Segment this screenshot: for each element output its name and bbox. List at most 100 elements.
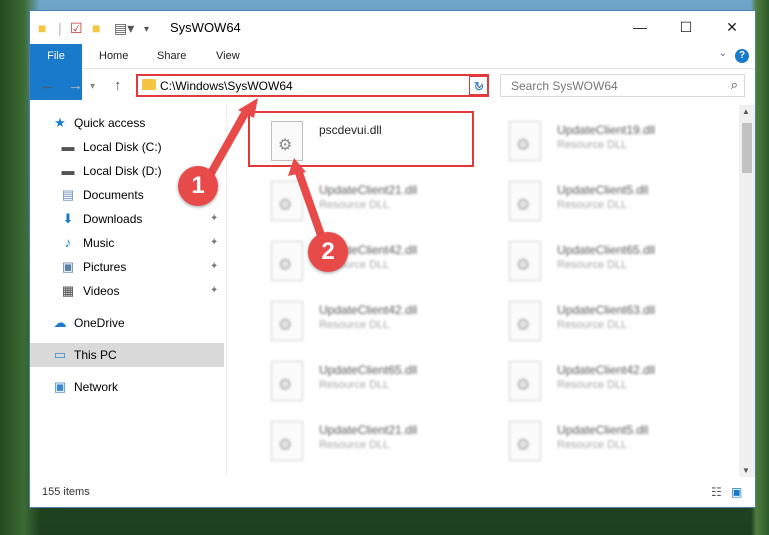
sidebar-item-local-disk-c[interactable]: ▬ Local Disk (C:)	[30, 135, 224, 159]
computer-icon: ▭	[53, 347, 67, 362]
sidebar-item-label: This PC	[74, 348, 117, 362]
tab-home[interactable]: Home	[99, 44, 128, 68]
pictures-icon: ▣	[61, 259, 75, 274]
status-bar: 155 items ☷ ▣	[30, 479, 755, 507]
file-type: Resource DLL	[557, 199, 628, 211]
file-name: UpdateClient42.dll	[319, 303, 418, 317]
file-type: Resource DLL	[319, 199, 390, 211]
address-bar[interactable]: C:\Windows\SysWOW64 ⌄	[136, 74, 489, 97]
drive-icon: ▬	[61, 139, 75, 154]
up-arrow-icon[interactable]: ↑	[114, 77, 122, 94]
dll-file-icon: ⚙	[271, 241, 303, 281]
scroll-up-icon[interactable]: ▲	[742, 107, 750, 116]
sidebar-item-label: Videos	[83, 284, 120, 298]
sidebar-item-label: Documents	[83, 188, 144, 202]
dll-file-icon: ⚙	[271, 181, 303, 221]
file-item[interactable]: ⚙ UpdateClient65.dll Resource DLL	[249, 353, 479, 409]
file-item[interactable]: ⚙ UpdateClient42.dll Resource DLL	[249, 233, 479, 289]
expand-ribbon-icon[interactable]: ⌄	[719, 48, 727, 59]
refresh-icon[interactable]: ↻	[469, 76, 489, 95]
ribbon-tabs: File Home Share View ⌄ ?	[30, 44, 755, 100]
file-type: Resource DLL	[319, 379, 390, 391]
sidebar-item-this-pc[interactable]: ▭ This PC	[30, 343, 224, 367]
file-item[interactable]: ⚙ UpdateClient65.dll Resource DLL	[487, 233, 717, 289]
file-item[interactable]: ⚙ UpdateClient19.dll Resource DLL	[487, 113, 717, 169]
file-item[interactable]: ⚙ UpdateClient42.dll Resource DLL	[249, 293, 479, 349]
sidebar-item-label: Pictures	[83, 260, 127, 274]
dll-file-icon: ⚙	[509, 421, 541, 461]
new-folder-icon[interactable]: ■	[92, 20, 100, 36]
customize-qa-icon[interactable]: ▤▾	[114, 20, 134, 36]
file-item[interactable]: ⚙ UpdateClient21.dll Resource DLL	[249, 173, 479, 229]
details-view-icon[interactable]: ☷	[711, 486, 727, 498]
dll-file-icon: ⚙	[271, 301, 303, 341]
address-path: C:\Windows\SysWOW64	[160, 79, 293, 93]
gear-icon: ⚙	[278, 257, 293, 274]
file-item[interactable]: ⚙ UpdateClient63.dll Resource DLL	[487, 293, 717, 349]
pin-icon[interactable]: ✦	[210, 207, 218, 231]
dll-file-icon: ⚙	[509, 241, 541, 281]
qa-dropdown-icon[interactable]: ▾	[144, 22, 149, 38]
file-type: Resource DLL	[557, 259, 628, 271]
gear-icon: ⚙	[278, 197, 293, 214]
close-button[interactable]: ✕	[709, 11, 755, 44]
cloud-icon: ☁	[53, 315, 67, 330]
pin-icon[interactable]: ✦	[210, 255, 218, 279]
navigation-bar: ← → ▾ ↑ C:\Windows\SysWOW64 ⌄ ↻ Search S…	[30, 69, 755, 105]
sidebar-item-label: OneDrive	[74, 316, 125, 330]
minimize-button[interactable]: —	[617, 11, 663, 44]
step-badge-2: 2	[308, 232, 348, 272]
search-icon: ⌕	[730, 77, 738, 92]
explorer-window: ■ | ☑ ■ ▤▾ ▾ SysWOW64 — ☐ ✕ File Home Sh…	[29, 10, 756, 508]
search-input[interactable]: Search SysWOW64 ⌕	[500, 74, 745, 97]
dll-file-icon: ⚙	[509, 361, 541, 401]
dll-file-icon: ⚙	[509, 181, 541, 221]
gear-icon: ⚙	[516, 137, 531, 154]
tab-share[interactable]: Share	[157, 44, 186, 68]
tab-view[interactable]: View	[216, 44, 240, 68]
sidebar-item-pictures[interactable]: ▣ Pictures ✦	[30, 255, 224, 279]
folder-icon	[142, 79, 156, 90]
scroll-down-icon[interactable]: ▼	[742, 466, 750, 475]
search-placeholder: Search SysWOW64	[511, 79, 618, 93]
file-name: UpdateClient19.dll	[557, 123, 656, 137]
network-icon: ▣	[53, 379, 67, 394]
file-item[interactable]: ⚙ UpdateClient5.dll Resource DLL	[487, 413, 717, 469]
gear-icon: ⚙	[516, 257, 531, 274]
gear-icon: ⚙	[516, 197, 531, 214]
sidebar-item-music[interactable]: ♪ Music ✦	[30, 231, 224, 255]
separator-icon: |	[58, 20, 62, 36]
sidebar-item-network[interactable]: ▣ Network	[30, 375, 224, 399]
maximize-button[interactable]: ☐	[663, 11, 709, 44]
recent-dropdown-icon[interactable]: ▾	[90, 81, 95, 92]
file-type: Resource DLL	[557, 379, 628, 391]
pin-icon[interactable]: ✦	[210, 279, 218, 303]
window-title: SysWOW64	[170, 20, 241, 35]
properties-icon[interactable]: ☑	[70, 20, 83, 36]
scroll-thumb[interactable]	[742, 123, 752, 173]
file-item[interactable]: ⚙ UpdateClient42.dll Resource DLL	[487, 353, 717, 409]
gear-icon: ⚙	[516, 317, 531, 334]
item-count: 155 items	[42, 486, 90, 498]
sidebar-item-onedrive[interactable]: ☁ OneDrive	[30, 311, 224, 335]
forward-arrow-icon[interactable]: →	[68, 77, 83, 94]
file-item[interactable]: ⚙ UpdateClient21.dll Resource DLL	[249, 413, 479, 469]
help-icon[interactable]: ?	[735, 49, 749, 63]
step-badge-1: 1	[178, 166, 218, 206]
drive-icon: ▬	[61, 163, 75, 178]
dll-file-icon: ⚙	[509, 301, 541, 341]
sidebar-item-videos[interactable]: ▦ Videos ✦	[30, 279, 224, 303]
sidebar-item-label: Local Disk (C:)	[83, 140, 162, 154]
file-type: Resource DLL	[319, 439, 390, 451]
file-name: UpdateClient21.dll	[319, 423, 418, 437]
file-item[interactable]: ⚙ UpdateClient5.dll Resource DLL	[487, 173, 717, 229]
sidebar-item-quick-access[interactable]: ★ Quick access	[30, 111, 224, 135]
sidebar-item-downloads[interactable]: ⬇ Downloads ✦	[30, 207, 224, 231]
back-arrow-icon[interactable]: ←	[40, 77, 55, 94]
folder-icon: ■	[38, 20, 47, 36]
pin-icon[interactable]: ✦	[210, 231, 218, 255]
file-name: UpdateClient5.dll	[557, 423, 649, 437]
vertical-scrollbar[interactable]: ▲ ▼	[739, 105, 755, 477]
navigation-pane: ★ Quick access ▬ Local Disk (C:) ▬ Local…	[30, 105, 224, 477]
large-icons-view-icon[interactable]: ▣	[731, 486, 747, 498]
